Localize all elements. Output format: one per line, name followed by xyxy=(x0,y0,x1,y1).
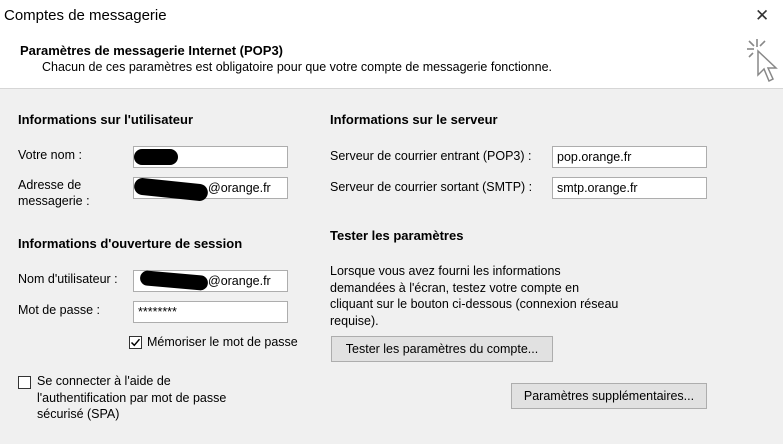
outgoing-server-field[interactable]: smtp.orange.fr xyxy=(552,177,707,199)
more-settings-button[interactable]: Paramètres supplémentaires... xyxy=(511,383,707,409)
spa-label-line3: sécurisé (SPA) xyxy=(37,407,120,421)
test-description-line4: requise). xyxy=(330,313,379,328)
dialog-header: Paramètres de messagerie Internet (POP3)… xyxy=(0,33,783,89)
remember-password-checkbox[interactable] xyxy=(129,336,142,349)
test-description-line3: cliquant sur le bouton ci-dessous (conne… xyxy=(330,297,619,311)
username-label: Nom d'utilisateur : xyxy=(18,272,118,286)
logon-info-heading: Informations d'ouverture de session xyxy=(18,236,243,251)
outgoing-server-label: Serveur de courrier sortant (SMTP) : xyxy=(330,180,533,194)
password-label: Mot de passe : xyxy=(18,303,100,317)
incoming-server-value: pop.orange.fr xyxy=(557,150,632,164)
header-subtitle: Chacun de ces paramètres est obligatoire… xyxy=(42,60,553,74)
email-label-line1: Adresse de xyxy=(18,178,82,192)
spa-checkbox[interactable] xyxy=(18,376,31,389)
user-info-heading: Informations sur l'utilisateur xyxy=(18,112,194,127)
checkmark-icon xyxy=(130,338,141,347)
header-title: Paramètres de messagerie Internet (POP3) xyxy=(20,43,284,58)
password-field[interactable]: ******** xyxy=(133,301,288,323)
password-value: ******** xyxy=(138,305,177,319)
test-description: Lorsque vous avez fourni les information… xyxy=(330,263,618,329)
spa-label-line2: l'authentification par mot de passe xyxy=(37,390,227,405)
close-icon[interactable]: ✕ xyxy=(755,6,769,26)
incoming-server-field[interactable]: pop.orange.fr xyxy=(552,146,707,168)
spa-label[interactable]: Se connecter à l'aide de l'authentificat… xyxy=(37,373,226,423)
test-account-button[interactable]: Tester les paramètres du compte... xyxy=(331,336,553,362)
email-value: @orange.fr xyxy=(208,181,271,195)
name-label: Votre nom : xyxy=(18,148,82,162)
outgoing-server-value: smtp.orange.fr xyxy=(557,181,638,195)
remember-password-label[interactable]: Mémoriser le mot de passe xyxy=(147,335,298,349)
username-value: @orange.fr xyxy=(208,274,271,288)
incoming-server-label: Serveur de courrier entrant (POP3) : xyxy=(330,149,532,163)
title-bar: Comptes de messagerie ✕ xyxy=(0,0,783,33)
server-info-heading: Informations sur le serveur xyxy=(330,112,498,127)
test-settings-heading: Tester les paramètres xyxy=(330,228,464,243)
window-title: Comptes de messagerie xyxy=(4,7,167,24)
test-description-line2: demandées à l'écran, testez votre compte… xyxy=(330,280,580,295)
spa-label-line1: Se connecter à l'aide de xyxy=(37,374,171,388)
test-description-line1: Lorsque vous avez fourni les information… xyxy=(330,264,561,278)
wizard-cursor-icon xyxy=(747,39,778,83)
redaction-mark xyxy=(134,149,178,165)
email-label-line2: messagerie : xyxy=(18,194,90,208)
